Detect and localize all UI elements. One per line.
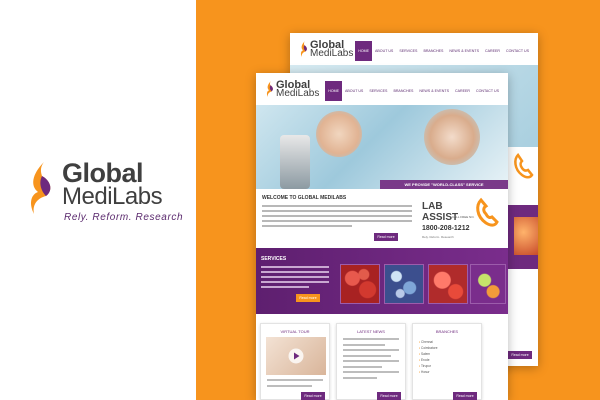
nav-home[interactable]: HOME [355, 41, 373, 61]
lab-assist-line1: LAB [422, 201, 443, 212]
nav-news[interactable]: NEWS & EVENTS [446, 41, 482, 61]
brand-flame-icon [300, 41, 307, 57]
branches-card: BRANCHES ▪ Chennai ▪ Coimbatore ▪ Salem … [412, 323, 482, 400]
brand-flame-icon [31, 162, 51, 214]
services-read-more-button[interactable]: Read more [296, 294, 320, 302]
brand-flame-icon [266, 81, 273, 97]
nav-contact[interactable]: CONTACT US [503, 41, 532, 61]
hero-scientist-man [424, 109, 480, 165]
brand-name-line2: MediLabs [62, 183, 163, 210]
back-services-thumb [514, 217, 538, 255]
nav-home[interactable]: HOME [325, 81, 343, 101]
nav-career[interactable]: CAREER [452, 81, 473, 101]
service-thumb-bacteria[interactable] [470, 264, 506, 304]
call-free-label: CALL FREE NO. [452, 215, 475, 219]
latest-news-title: LATEST NEWS [357, 329, 385, 334]
header: Global MediLabs HOME ABOUT US SERVICES B… [290, 33, 538, 61]
virtual-tour-video[interactable] [266, 337, 326, 375]
hero-microscope [280, 135, 310, 189]
services-section: SERVICES Read more [256, 248, 508, 314]
brand-logo: Global MediLabs Rely. Reform. Research [28, 160, 183, 230]
hero-image: WE PROVIDE "WORLD-CLASS" SERVICE [256, 105, 508, 189]
virtual-tour-text [267, 379, 323, 390]
website-mockup-front: Global MediLabs HOME ABOUT US SERVICES B… [256, 73, 508, 400]
lab-assist-tagline: Rely. Reform. Research [422, 235, 454, 239]
virtual-tour-title: VIRTUAL TOUR [280, 329, 310, 334]
nav-about[interactable]: ABOUT US [342, 81, 366, 101]
virtual-tour-card: VIRTUAL TOUR Read more [260, 323, 330, 400]
nav-about[interactable]: ABOUT US [372, 41, 396, 61]
phone-number[interactable]: 1800-208-1212 [422, 225, 470, 232]
phone-icon [476, 197, 499, 227]
services-text [261, 266, 329, 291]
welcome-heading: WELCOME TO GLOBAL MEDILABS [262, 195, 347, 201]
branches-list: ▪ Chennai ▪ Coimbatore ▪ Salem ▪ Erode ▪… [419, 339, 438, 375]
latest-news-read-more-button[interactable]: Read more [377, 392, 401, 400]
hero-caption: WE PROVIDE "WORLD-CLASS" SERVICE [380, 180, 508, 189]
play-icon[interactable] [288, 348, 304, 364]
nav-contact[interactable]: CONTACT US [473, 81, 502, 101]
logo-text-2: MediLabs [310, 48, 354, 59]
welcome-read-more-button[interactable]: Read more [374, 233, 398, 241]
main-nav: HOME ABOUT US SERVICES BRANCHES NEWS & E… [325, 81, 502, 101]
welcome-text [262, 205, 412, 230]
latest-news-card: LATEST NEWS Read more [336, 323, 406, 400]
phone-icon [514, 153, 534, 179]
service-thumb-molecules[interactable] [384, 264, 424, 304]
header-logo[interactable]: Global MediLabs [266, 80, 326, 100]
service-thumb-cells-red[interactable] [428, 264, 468, 304]
logo-text-2: MediLabs [276, 88, 320, 99]
nav-career[interactable]: CAREER [482, 41, 503, 61]
header: Global MediLabs HOME ABOUT US SERVICES B… [256, 73, 508, 101]
hero-scientist-woman [316, 111, 362, 157]
read-more-button[interactable]: Read more [508, 351, 532, 359]
branch-item[interactable]: ▪ Hosur [419, 369, 438, 375]
nav-branches[interactable]: BRANCHES [420, 41, 446, 61]
main-nav: HOME ABOUT US SERVICES BRANCHES NEWS & E… [355, 41, 532, 61]
lab-assist-panel: LAB ASSIST CALL FREE NO. 1800-208-1212 R… [422, 197, 502, 245]
services-heading: SERVICES [261, 256, 287, 262]
nav-branches[interactable]: BRANCHES [390, 81, 416, 101]
header-logo[interactable]: Global MediLabs [300, 40, 360, 60]
branches-read-more-button[interactable]: Read more [453, 392, 477, 400]
service-thumb-blood-cells[interactable] [340, 264, 380, 304]
latest-news-list [343, 338, 399, 382]
nav-services[interactable]: SERVICES [396, 41, 420, 61]
branches-title: BRANCHES [435, 329, 459, 334]
nav-news[interactable]: NEWS & EVENTS [416, 81, 452, 101]
brand-tagline: Rely. Reform. Research [64, 212, 184, 223]
virtual-tour-read-more-button[interactable]: Read more [301, 392, 325, 400]
nav-services[interactable]: SERVICES [366, 81, 390, 101]
